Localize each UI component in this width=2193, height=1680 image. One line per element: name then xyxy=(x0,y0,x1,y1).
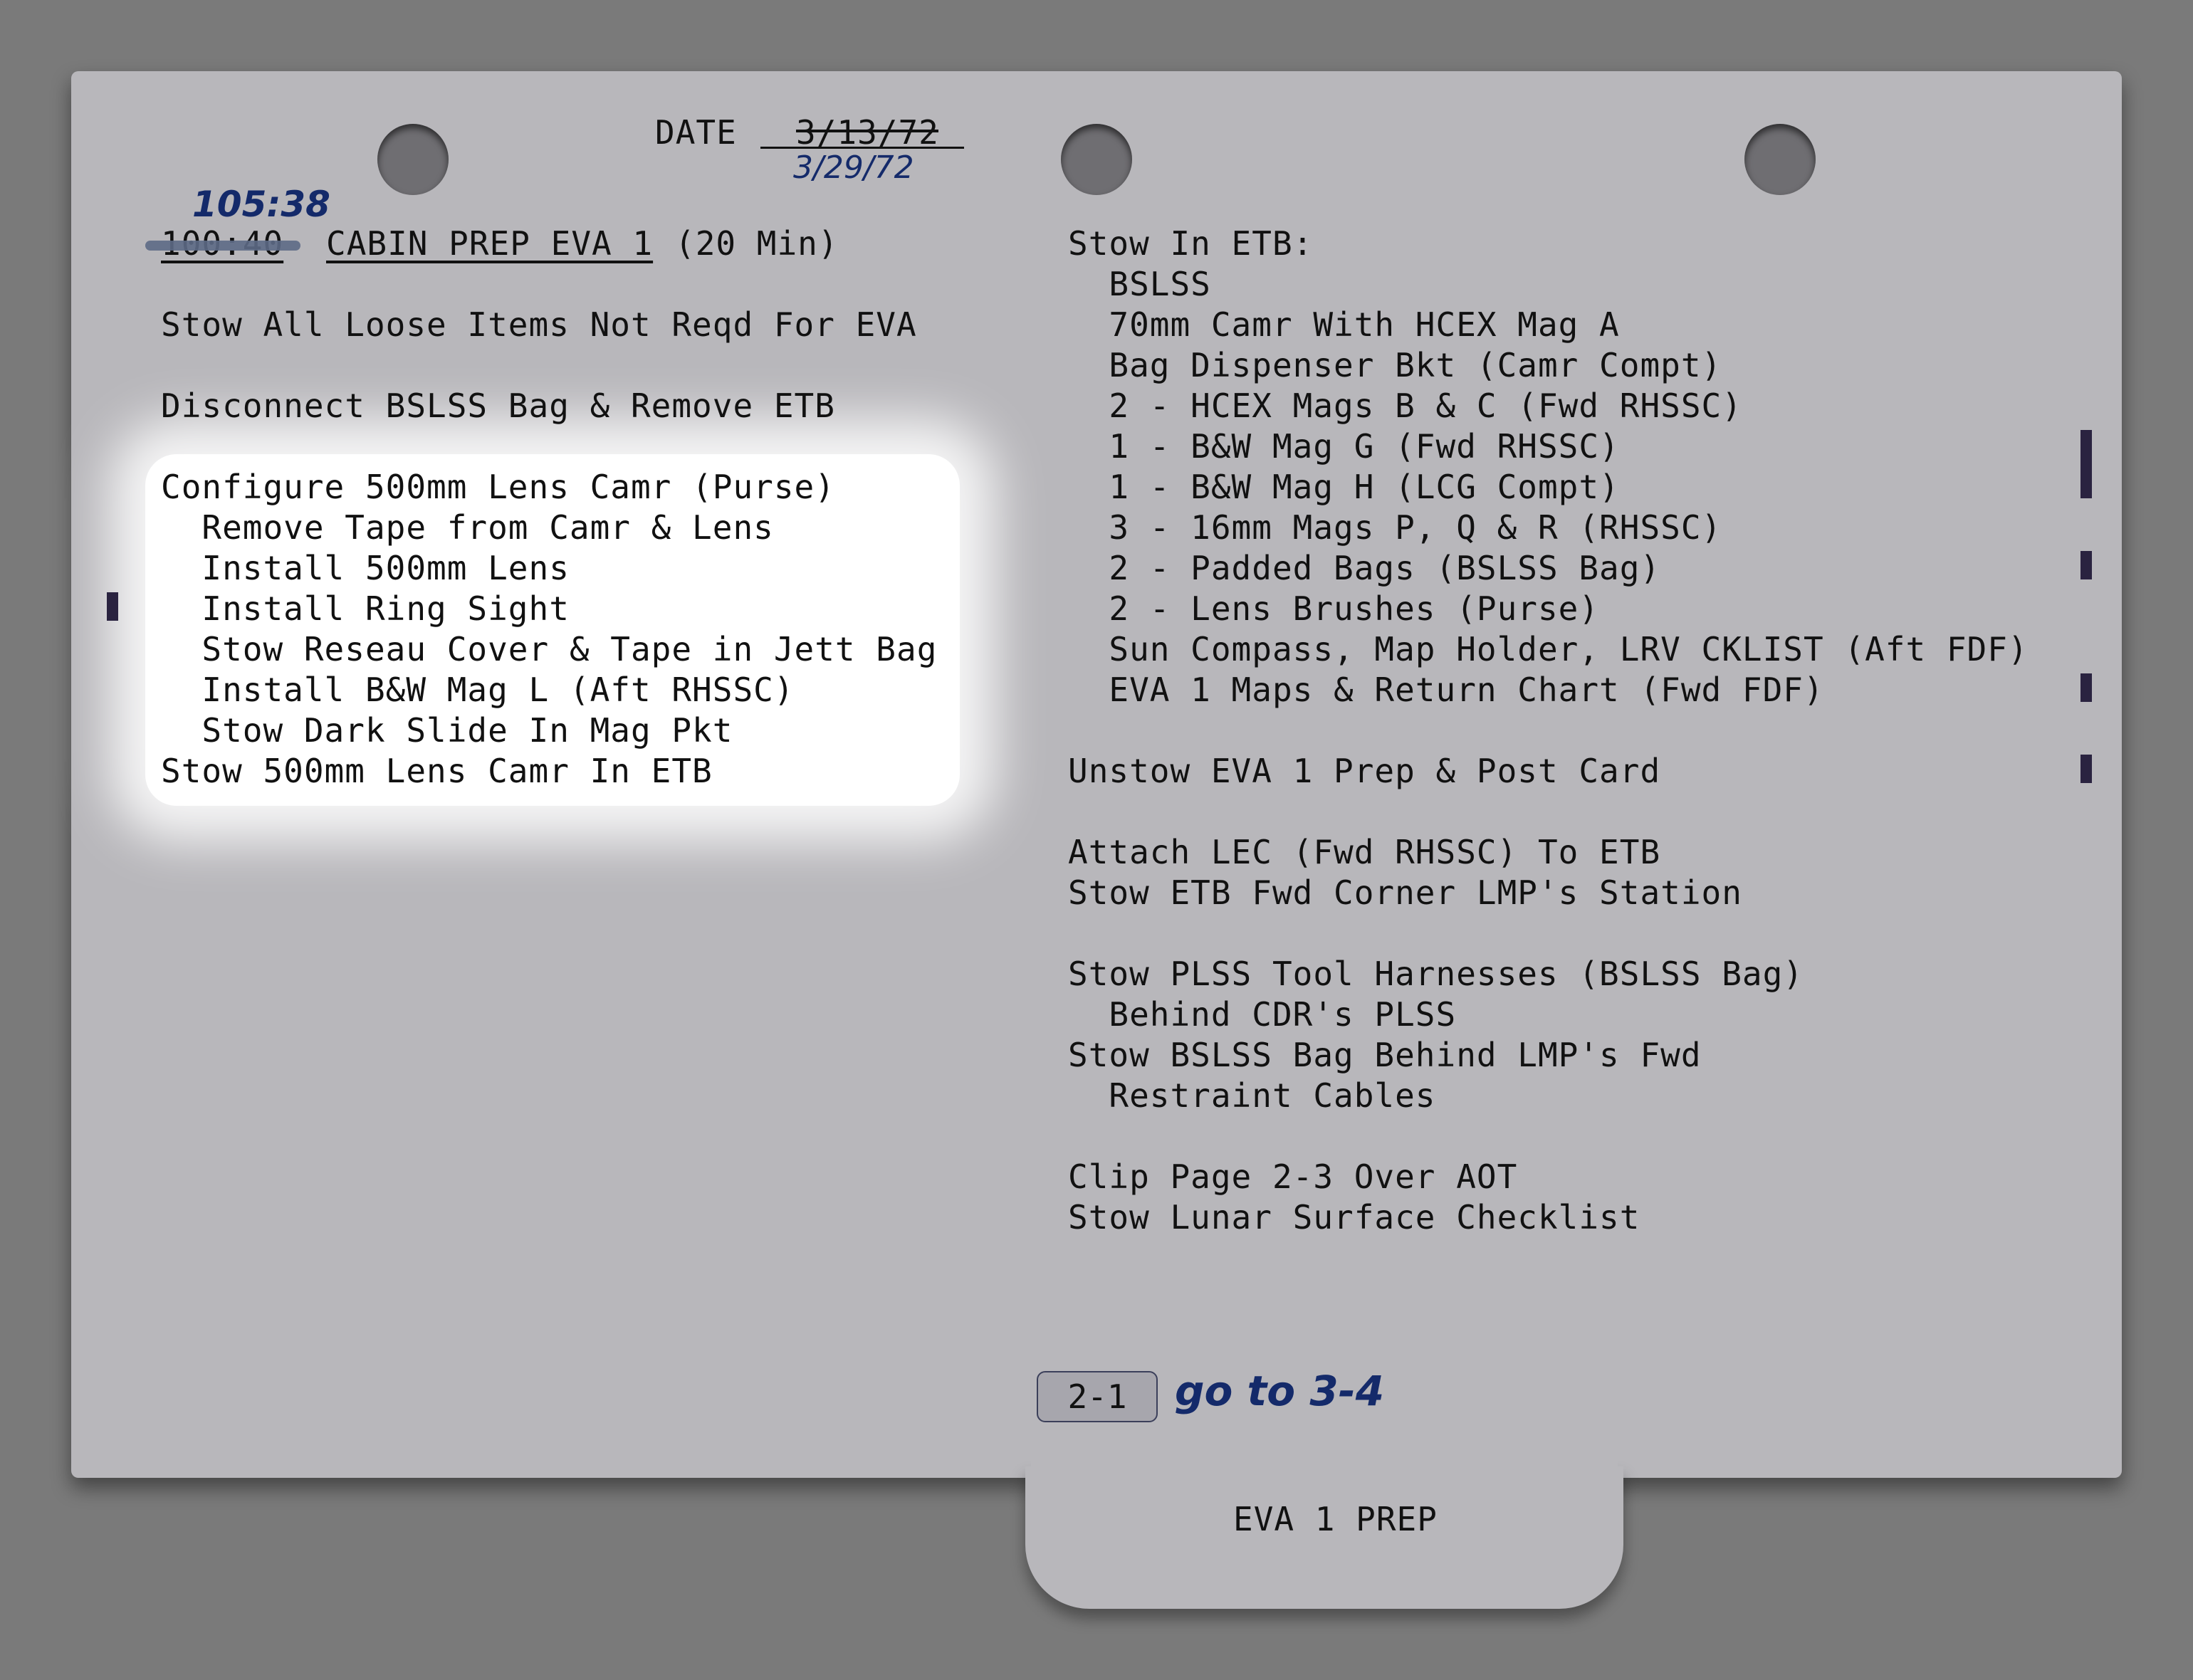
left-step: Install 500mm Lens xyxy=(161,549,570,587)
right-step: Restraint Cables xyxy=(1068,1076,1436,1115)
right-step: Unstow EVA 1 Prep & Post Card xyxy=(1068,752,1661,790)
right-step: BSLSS xyxy=(1068,265,1211,303)
handwritten-note: go to 3-4 xyxy=(1175,1367,1385,1415)
date-underline xyxy=(760,147,964,149)
right-step: 3 - 16mm Mags P, Q & R (RHSSC) xyxy=(1068,508,1722,547)
right-step: EVA 1 Maps & Return Chart (Fwd FDF) xyxy=(1068,671,1824,709)
change-bar-right xyxy=(2081,430,2092,498)
right-step: Bag Dispenser Bkt (Camr Compt) xyxy=(1068,346,1722,384)
right-step: 1 - B&W Mag G (Fwd RHSSC) xyxy=(1068,427,1620,466)
right-step: Stow ETB Fwd Corner LMP's Station xyxy=(1068,873,1742,912)
right-step: Clip Page 2-3 Over AOT xyxy=(1068,1157,1518,1196)
time-strikethrough xyxy=(145,241,300,251)
left-step: Install B&W Mag L (Aft RHSSC) xyxy=(161,671,795,709)
change-bar-right xyxy=(2081,673,2092,702)
left-step: Stow 500mm Lens Camr In ETB xyxy=(161,752,713,790)
left-step: Install Ring Sight xyxy=(161,589,570,628)
binder-hole-left xyxy=(377,124,449,195)
right-step: 70mm Camr With HCEX Mag A xyxy=(1068,305,1620,344)
card-tab-join xyxy=(1031,1452,1618,1481)
date-label: DATE xyxy=(655,113,737,152)
right-step: 1 - B&W Mag H (LCG Compt) xyxy=(1068,468,1620,506)
right-step: Stow Lunar Surface Checklist xyxy=(1068,1198,1640,1237)
page-number-badge: 2-1 xyxy=(1037,1371,1158,1422)
right-step: Sun Compass, Map Holder, LRV CKLIST (Aft… xyxy=(1068,630,2029,668)
right-step: Stow PLSS Tool Harnesses (BSLSS Bag) xyxy=(1068,955,1804,993)
time-revised: 105:38 xyxy=(192,184,330,225)
left-step: Remove Tape from Camr & Lens xyxy=(161,508,774,547)
right-step: Behind CDR's PLSS xyxy=(1068,995,1457,1034)
change-bar-left xyxy=(107,592,118,621)
tab-label: EVA 1 PREP xyxy=(1233,1500,1438,1538)
left-step: Stow Dark Slide In Mag Pkt xyxy=(161,711,733,750)
right-step: 2 - Padded Bags (BSLSS Bag) xyxy=(1068,549,1661,587)
section-duration: (20 Min) xyxy=(675,224,839,263)
binder-hole-right xyxy=(1744,124,1816,195)
left-step: Disconnect BSLSS Bag & Remove ETB xyxy=(161,387,835,425)
change-bar-right xyxy=(2081,755,2092,783)
binder-hole-center xyxy=(1061,124,1132,195)
right-step: Stow BSLSS Bag Behind LMP's Fwd xyxy=(1068,1036,1702,1074)
date-revised: 3/29/72 xyxy=(793,149,914,186)
left-step: Configure 500mm Lens Camr (Purse) xyxy=(161,468,835,506)
left-step: Stow All Loose Items Not Reqd For EVA xyxy=(161,305,917,344)
right-step: 2 - HCEX Mags B & C (Fwd RHSSC) xyxy=(1068,387,1742,425)
right-step: 2 - Lens Brushes (Purse) xyxy=(1068,589,1600,628)
right-step: Stow In ETB: xyxy=(1068,224,1314,263)
left-step: Stow Reseau Cover & Tape in Jett Bag xyxy=(161,630,938,668)
date-strikethrough xyxy=(796,130,938,132)
change-bar-right xyxy=(2081,551,2092,579)
right-step: Attach LEC (Fwd RHSSC) To ETB xyxy=(1068,833,1661,871)
section-title: CABIN PREP EVA 1 xyxy=(326,224,654,263)
